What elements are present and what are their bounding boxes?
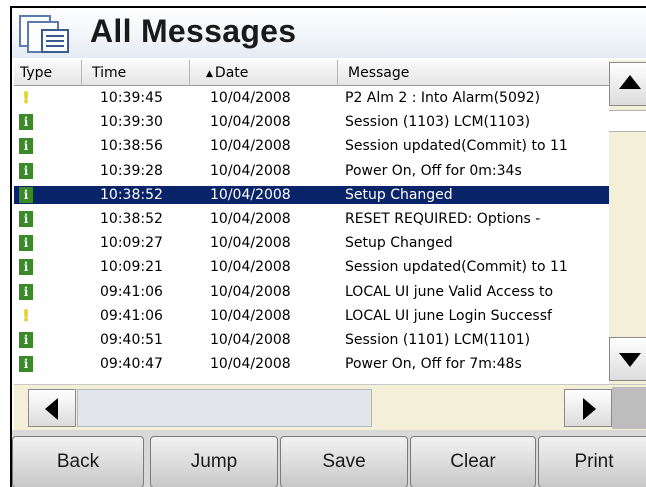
horizontal-scroll-thumb[interactable]	[77, 389, 372, 427]
scroll-up-button[interactable]	[609, 62, 646, 106]
sort-ascending-icon: ▲	[206, 69, 213, 79]
row-time: 09:40:47	[100, 356, 163, 373]
table-row[interactable]: i 10:39:28 10/04/2008 Power On, Off for 0m:…	[14, 162, 609, 180]
row-time: 10:09:27	[100, 235, 163, 252]
row-message: Setup Changed	[345, 235, 453, 252]
row-date: 10/04/2008	[210, 186, 291, 203]
row-message: LOCAL UI june Login Successf	[345, 307, 552, 324]
table-row[interactable]: i 10:38:52 10/04/2008 RESET REQUIRED: Optio…	[14, 210, 609, 228]
row-date: 10/04/2008	[210, 114, 291, 131]
info-icon: i	[19, 259, 33, 276]
row-time: 10:39:30	[100, 114, 163, 131]
vertical-scrollbar[interactable]	[609, 60, 646, 384]
app-window: All Messages Type Time ▲ Date Message ! 10…	[10, 6, 646, 487]
table-row[interactable]: i 10:38:56 10/04/2008 Session updated(Commi…	[14, 137, 609, 155]
column-time[interactable]: Time	[82, 60, 190, 86]
print-button[interactable]: Print	[538, 436, 646, 487]
row-date: 10/04/2008	[210, 211, 291, 227]
scroll-left-button[interactable]	[28, 389, 76, 427]
info-icon: i	[19, 162, 33, 179]
info-icon: i	[19, 211, 33, 227]
row-time: 10:39:45	[100, 90, 163, 106]
row-message: Setup Changed	[345, 186, 453, 203]
column-message[interactable]: Message	[338, 60, 609, 86]
row-date: 10/04/2008	[210, 90, 291, 106]
row-date: 10/04/2008	[210, 283, 291, 300]
table-row[interactable]: i 09:40:51 10/04/2008 Session (1101) LCM(11…	[14, 331, 609, 349]
row-date: 10/04/2008	[210, 259, 291, 276]
row-time: 09:41:06	[100, 283, 163, 300]
table-row[interactable]: ! 09:41:06 10/04/2008 LOCAL UI june Login S…	[14, 307, 609, 325]
row-time: 10:09:21	[100, 259, 163, 276]
arrow-down-icon	[619, 353, 641, 367]
row-time: 10:38:52	[100, 211, 163, 227]
row-date: 10/04/2008	[210, 332, 291, 348]
row-date: 10/04/2008	[210, 138, 291, 155]
jump-button[interactable]: Jump	[150, 436, 278, 487]
table-row[interactable]: i 09:41:06 10/04/2008 LOCAL UI june Valid A…	[14, 283, 609, 301]
row-message: Session updated(Commit) to 11	[345, 259, 568, 276]
row-message: RESET REQUIRED: Options -	[345, 211, 541, 227]
back-button[interactable]: Back	[12, 436, 144, 487]
row-time: 09:41:06	[100, 307, 163, 324]
column-date[interactable]: ▲ Date	[190, 60, 338, 86]
row-date: 10/04/2008	[210, 356, 291, 373]
table-row[interactable]: i 09:40:47 10/04/2008 Power On, Off for 7m:…	[14, 355, 609, 373]
warning-icon: !	[22, 307, 30, 324]
arrow-left-icon	[45, 398, 58, 420]
scrollbar-corner	[612, 387, 646, 429]
info-icon: i	[19, 283, 33, 300]
title-bar: All Messages	[12, 8, 646, 58]
row-date: 10/04/2008	[210, 162, 291, 179]
table-row[interactable]: i 10:38:52 10/04/2008 Setup Changed	[14, 185, 609, 204]
vertical-scroll-thumb[interactable]	[609, 110, 646, 132]
arrow-right-icon	[583, 398, 596, 420]
clear-button[interactable]: Clear	[410, 436, 536, 487]
row-time: 10:38:52	[100, 186, 163, 203]
info-icon: i	[19, 114, 33, 131]
message-list: ! 10:39:45 10/04/2008 P2 Alm 2 : Into Alarm…	[14, 86, 609, 384]
row-message: Session (1103) LCM(1103)	[345, 114, 531, 131]
row-message: Power On, Off for 0m:34s	[345, 162, 522, 179]
row-message: Session updated(Commit) to 11	[345, 138, 568, 155]
scroll-right-button[interactable]	[564, 389, 612, 427]
info-icon: i	[19, 138, 33, 155]
column-date-label: Date	[214, 65, 249, 81]
arrow-up-icon	[619, 75, 641, 89]
row-date: 10/04/2008	[210, 307, 291, 324]
info-icon: i	[19, 356, 33, 373]
row-message: Power On, Off for 7m:48s	[345, 356, 522, 373]
row-time: 10:38:56	[100, 138, 163, 155]
horizontal-scrollbar[interactable]	[14, 384, 646, 430]
save-button[interactable]: Save	[280, 436, 408, 487]
info-icon: i	[19, 186, 33, 203]
table-row[interactable]: i 10:39:30 10/04/2008 Session (1103) LCM(11…	[14, 113, 609, 131]
row-date: 10/04/2008	[210, 235, 291, 252]
warning-icon: !	[22, 90, 30, 106]
table-row[interactable]: ! 10:39:45 10/04/2008 P2 Alm 2 : Into Alarm…	[14, 89, 609, 107]
window-title: All Messages	[90, 13, 297, 49]
table-row[interactable]: i 10:09:27 10/04/2008 Setup Changed	[14, 234, 609, 252]
scroll-down-button[interactable]	[609, 337, 646, 381]
message-list-icon	[19, 15, 69, 53]
row-message: Session (1101) LCM(1101)	[345, 332, 531, 348]
column-header: Type Time ▲ Date Message	[14, 60, 609, 86]
info-icon: i	[19, 235, 33, 252]
row-message: LOCAL UI june Valid Access to	[345, 283, 554, 300]
row-time: 09:40:51	[100, 332, 163, 348]
table-row[interactable]: i 10:09:21 10/04/2008 Session updated(Commi…	[14, 258, 609, 276]
info-icon: i	[19, 332, 33, 348]
button-bar: Back Jump Save Clear Print	[12, 430, 646, 487]
row-time: 10:39:28	[100, 162, 163, 179]
column-type[interactable]: Type	[14, 60, 82, 86]
row-message: P2 Alm 2 : Into Alarm(5092)	[345, 90, 541, 106]
